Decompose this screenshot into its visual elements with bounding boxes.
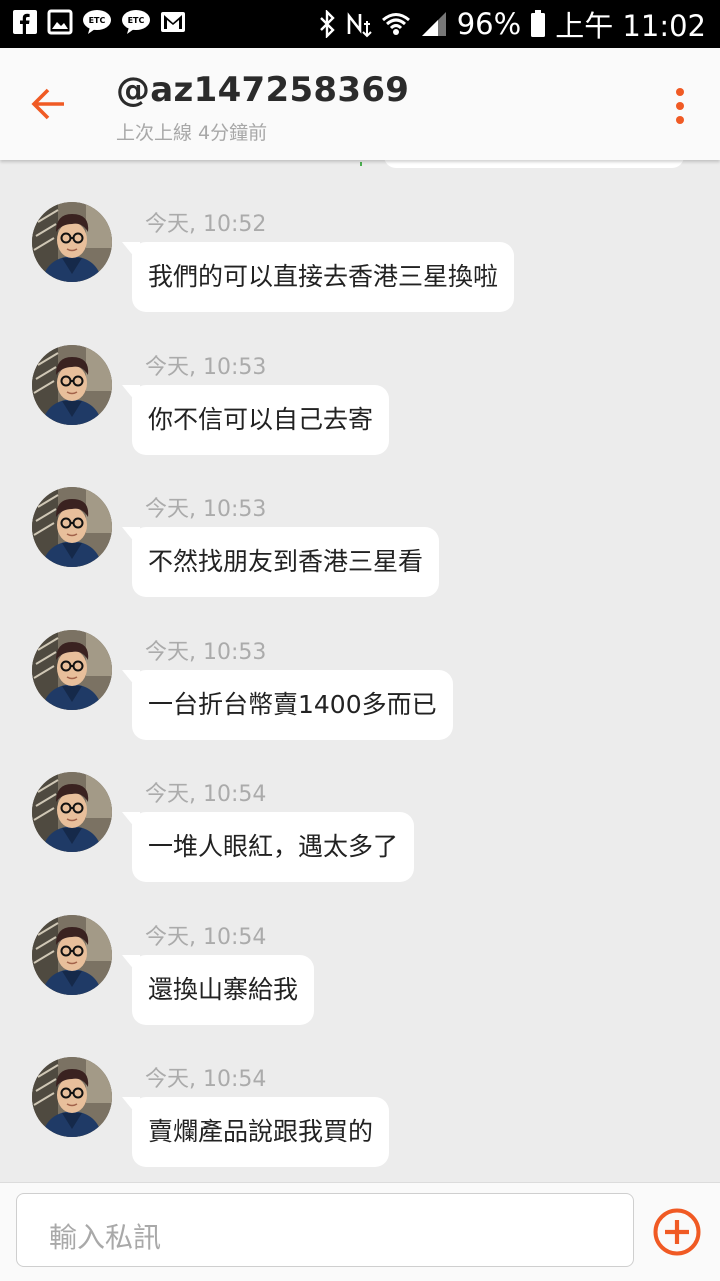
nfc-icon bbox=[346, 10, 372, 38]
svg-text:ETC: ETC bbox=[128, 16, 145, 25]
message-timestamp: 今天, 10:52 bbox=[145, 212, 267, 237]
message-item: 今天, 10:54 還換山寨給我 bbox=[0, 914, 720, 1045]
avatar[interactable] bbox=[32, 772, 112, 852]
signal-icon bbox=[420, 10, 448, 38]
composer-bar: 輸入私訊 bbox=[0, 1182, 720, 1281]
conversation-title: @az147258369 bbox=[116, 70, 410, 110]
status-bar: ETC ETC 96% 上午 11:02 bbox=[0, 0, 720, 48]
message-bubble[interactable]: 我們的可以直接去香港三星換啦 bbox=[132, 242, 515, 312]
avatar[interactable] bbox=[32, 629, 112, 710]
attach-button[interactable] bbox=[652, 1207, 702, 1257]
avatar[interactable] bbox=[32, 202, 112, 282]
more-vert-icon bbox=[676, 88, 684, 124]
battery-percent: 96% bbox=[456, 7, 522, 41]
clock: 上午 11:02 bbox=[555, 9, 706, 43]
message-bubble[interactable]: 一台折台幣賣1400多而已 bbox=[132, 669, 453, 740]
avatar[interactable] bbox=[32, 344, 112, 425]
wifi-icon bbox=[381, 10, 411, 38]
message-timestamp: 今天, 10:54 bbox=[145, 924, 267, 950]
message-bubble[interactable]: 還換山寨給我 bbox=[132, 954, 315, 1025]
etc-icon: ETC bbox=[121, 9, 151, 35]
message-item: 今天, 10:54 一堆人眼紅，遇太多了 bbox=[0, 772, 720, 902]
previous-message-bubble bbox=[384, 160, 684, 168]
add-circle-icon bbox=[653, 1208, 701, 1256]
facebook-icon bbox=[12, 9, 38, 35]
arrow-left-icon bbox=[31, 88, 64, 120]
avatar[interactable] bbox=[32, 1057, 112, 1137]
message-timestamp: 今天, 10:53 bbox=[145, 639, 267, 665]
message-list[interactable]: 今天, 10:52 我們的可以直接去香港三星換啦 今天, 10:53 你不信可以… bbox=[0, 160, 720, 1182]
bluetooth-icon bbox=[317, 10, 337, 38]
back-button[interactable] bbox=[24, 78, 72, 126]
message-bubble[interactable]: 你不信可以自己去寄 bbox=[132, 384, 390, 455]
last-seen-status: 上次上線 4分鐘前 bbox=[116, 122, 268, 144]
message-input-placeholder: 輸入私訊 bbox=[49, 1221, 162, 1254]
more-options-button[interactable] bbox=[672, 86, 688, 126]
message-bubble[interactable]: 不然找朋友到香港三星看 bbox=[132, 527, 440, 597]
avatar[interactable] bbox=[32, 914, 112, 995]
gmail-icon bbox=[160, 10, 186, 34]
message-bubble[interactable]: 賣爛產品說跟我買的 bbox=[132, 1097, 390, 1167]
message-timestamp: 今天, 10:53 bbox=[145, 497, 267, 522]
battery-icon bbox=[530, 10, 546, 38]
message-item: 今天, 10:53 你不信可以自己去寄 bbox=[0, 344, 720, 475]
etc-icon: ETC bbox=[82, 9, 112, 35]
previous-message-marker bbox=[360, 162, 362, 166]
svg-text:ETC: ETC bbox=[89, 16, 106, 25]
message-item: 今天, 10:52 我們的可以直接去香港三星換啦 bbox=[0, 202, 720, 332]
message-timestamp: 今天, 10:54 bbox=[145, 1067, 267, 1092]
message-timestamp: 今天, 10:53 bbox=[145, 354, 267, 380]
message-item: 今天, 10:54 賣爛產品說跟我買的 bbox=[0, 1057, 720, 1182]
message-bubble[interactable]: 一堆人眼紅，遇太多了 bbox=[132, 812, 415, 882]
message-timestamp: 今天, 10:54 bbox=[145, 782, 267, 807]
message-item: 今天, 10:53 不然找朋友到香港三星看 bbox=[0, 487, 720, 617]
message-item: 今天, 10:53 一台折台幣賣1400多而已 bbox=[0, 629, 720, 760]
message-input[interactable]: 輸入私訊 bbox=[16, 1193, 634, 1267]
avatar[interactable] bbox=[32, 487, 112, 567]
conversation-header: @az147258369 上次上線 4分鐘前 bbox=[0, 48, 720, 160]
gallery-icon bbox=[47, 9, 73, 35]
